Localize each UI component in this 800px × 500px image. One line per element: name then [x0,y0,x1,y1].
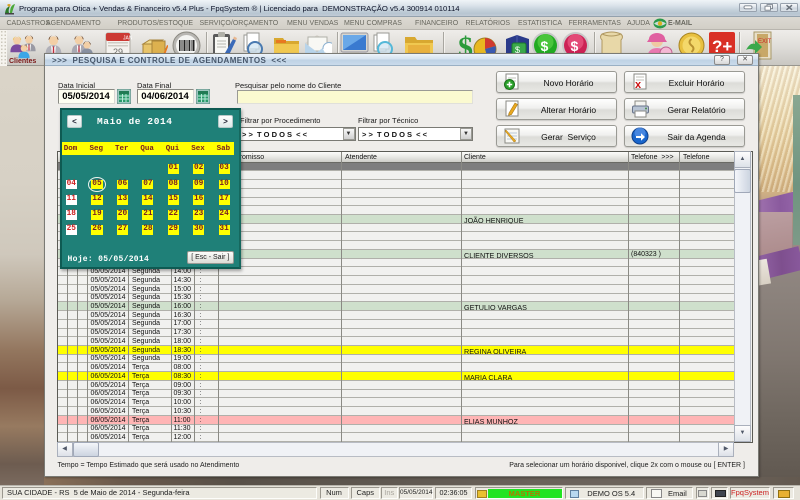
svg-text:$: $ [571,38,579,54]
svg-text:x: x [635,79,642,91]
svg-text:JAN: JAN [123,36,132,42]
svg-text:$: $ [541,38,549,54]
svg-text:EXIT: EXIT [758,39,772,45]
